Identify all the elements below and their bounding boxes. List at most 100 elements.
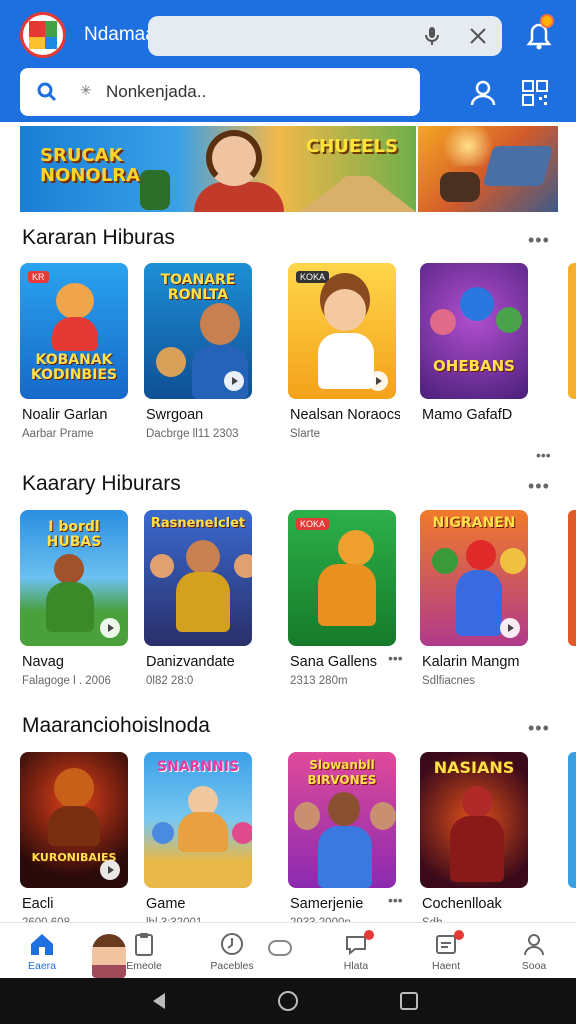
play-icon[interactable] (368, 371, 388, 391)
game-thumbnail[interactable]: I bordl HUBAS (20, 510, 128, 646)
game-thumbnail[interactable]: KOKA (288, 510, 396, 646)
nav-label: Sooa (521, 960, 547, 972)
game-title: Eacli (22, 896, 54, 912)
nav-item-hlata[interactable]: Hlata (324, 931, 388, 979)
character-head (496, 307, 522, 333)
account-icon[interactable] (468, 78, 498, 108)
home-button-icon[interactable] (277, 990, 299, 1012)
character-head (56, 283, 94, 319)
microphone-icon[interactable] (420, 24, 444, 48)
game-section: Kararan Hiburas ••• KR KOBANAK KODINBIES… (0, 226, 576, 463)
character-body (318, 333, 374, 389)
nav-item-pacebles[interactable]: Pacebles (200, 931, 264, 979)
section-more-button[interactable]: ••• (528, 476, 550, 497)
search-input[interactable] (106, 78, 406, 106)
banner-character (140, 170, 170, 210)
thumbnail-badge: KOKA (296, 518, 330, 530)
character-body (318, 564, 376, 626)
nav-label: Haent (431, 960, 461, 972)
play-icon[interactable] (100, 860, 120, 880)
thumbnail-title: KOBANAK KODINBIES (30, 352, 118, 383)
thumbnail-title: SNARNNIS (156, 759, 240, 775)
compass-icon (221, 933, 243, 955)
game-thumbnail[interactable]: TOANARE RONLTA (144, 263, 252, 399)
game-thumbnail[interactable]: Slowanbll BIRVONES (288, 752, 396, 888)
game-subtitle: Slarte (290, 428, 321, 440)
game-title: Danizvandate (146, 654, 235, 670)
nav-item-sooa[interactable]: Sooa (502, 931, 566, 979)
character-head (54, 768, 94, 808)
thumbnail-title: TOANARE RONLTA (160, 272, 236, 303)
character-body (48, 806, 100, 846)
character-head (460, 287, 494, 321)
game-thumbnail[interactable]: SNARNNIS (144, 752, 252, 888)
game-title: Swrgoan (146, 407, 204, 423)
banner-slide[interactable]: SRUCAK NONOLRA CHUEELS (20, 126, 416, 212)
game-title: Nealsan Noraocs (290, 407, 400, 423)
game-thumbnail[interactable]: NIGRANEN (420, 510, 528, 646)
card-menu-button[interactable]: ••• (536, 447, 551, 463)
card-menu-button[interactable]: ••• (388, 892, 403, 908)
section-more-button[interactable]: ••• (528, 230, 550, 251)
banner-vehicle (482, 146, 554, 186)
search-icon (37, 82, 57, 102)
notification-badge (454, 930, 464, 940)
game-thumbnail[interactable]: Rasnenelclet (144, 510, 252, 646)
play-icon[interactable] (500, 618, 520, 638)
game-thumbnail[interactable]: NASIANS (420, 752, 528, 888)
game-subtitle: Falagoge l . 2006 (22, 675, 111, 687)
back-icon[interactable] (148, 990, 170, 1012)
top-search-bar[interactable] (148, 16, 502, 56)
game-thumbnail[interactable]: KOKA (288, 263, 396, 399)
character-head (150, 554, 174, 578)
character-body (450, 816, 504, 882)
featured-banner[interactable]: SRUCAK NONOLRA CHUEELS (20, 126, 558, 212)
avatar[interactable] (92, 934, 126, 978)
game-thumbnail[interactable]: OHEBANS (420, 263, 528, 399)
chat-icon[interactable] (268, 940, 292, 956)
banner-slide-title: SRUCAK NONOLRA (40, 145, 140, 186)
nav-item-haent[interactable]: Haent (414, 931, 478, 979)
nav-label: Pacebles (210, 960, 254, 972)
game-section: Kaarary Hiburars ••• I bordl HUBAS Navag… (0, 472, 576, 692)
character-head (200, 303, 240, 345)
banner-slide[interactable] (418, 126, 558, 212)
nav-label: Eaera (27, 960, 57, 972)
person-icon (524, 934, 544, 956)
play-icon[interactable] (224, 371, 244, 391)
section-more-button[interactable]: ••• (528, 718, 550, 739)
next-card-peek[interactable] (568, 263, 576, 399)
next-card-peek[interactable] (568, 510, 576, 646)
character-head (338, 530, 374, 566)
character-head (370, 802, 396, 830)
game-thumbnail[interactable]: KURONIBAIES (20, 752, 128, 888)
section-title: Kararan Hiburas (22, 226, 175, 249)
character-head (186, 540, 220, 574)
character-head (430, 309, 456, 335)
thumbnail-title: Rasnenelclet (150, 516, 246, 531)
qr-code-icon[interactable] (520, 78, 550, 108)
banner-slide-title: CHUEELS (306, 136, 398, 157)
nav-item-home[interactable]: Eaera (10, 931, 74, 979)
character-head (234, 554, 252, 578)
game-title: Mamo GafafD (422, 407, 513, 423)
game-title: Noalir Garlan (22, 407, 108, 423)
thumbnail-title: I bordl HUBAS (46, 519, 102, 550)
section-title: Maaranciohoislnoda (22, 714, 210, 737)
game-subtitle: 0l82 28:0 (146, 675, 194, 687)
close-icon[interactable] (466, 24, 490, 48)
game-subtitle: Dacbrge ll11 2303 (146, 428, 239, 440)
game-title: Sana Gallens (290, 654, 378, 670)
banner-scenery (300, 176, 416, 212)
recents-icon[interactable] (398, 990, 420, 1012)
character-body (318, 826, 372, 888)
game-thumbnail[interactable]: KR KOBANAK KODINBIES (20, 263, 128, 399)
game-title: Game (146, 896, 186, 912)
card-menu-button[interactable]: ••• (388, 650, 403, 666)
app-logo[interactable] (20, 12, 66, 58)
play-icon[interactable] (100, 618, 120, 638)
next-card-peek[interactable] (568, 752, 576, 888)
system-navigation-bar (0, 978, 576, 1024)
main-search-bar[interactable]: ✳ (20, 68, 420, 116)
character-head (466, 540, 496, 570)
